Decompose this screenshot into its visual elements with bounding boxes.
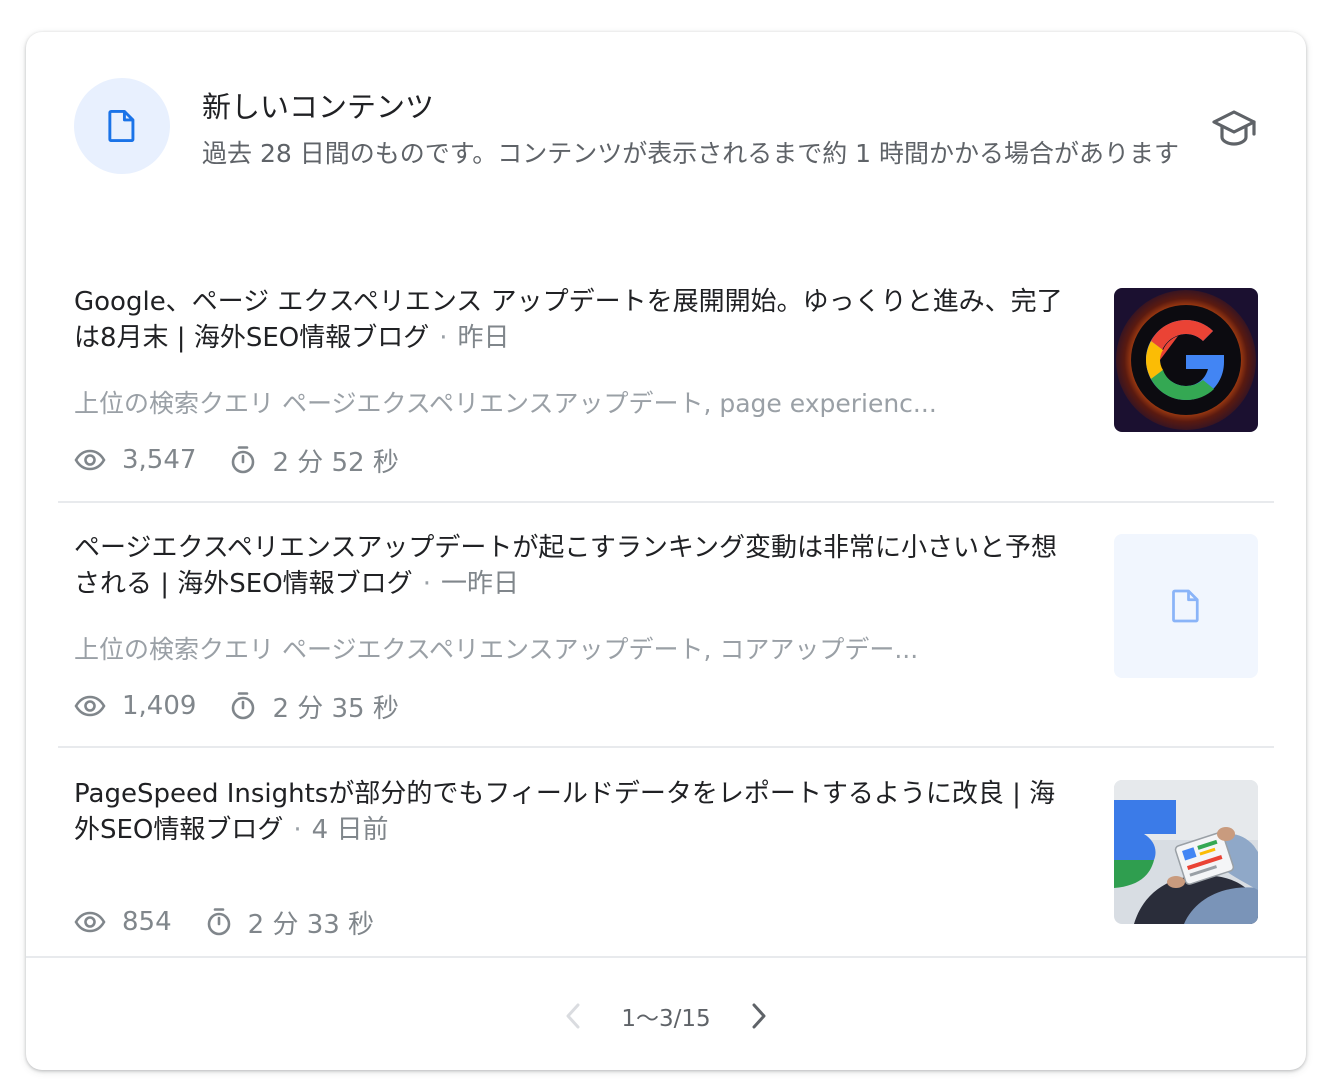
content-item-title-text: ページエクスペリエンスアップデートが起こすランキング変動は非常に小さいと予想され… (74, 533, 1058, 599)
content-item-title[interactable]: PageSpeed Insightsが部分的でもフィールドデータをレポートするよ… (74, 776, 1074, 848)
content-item-stats: 1,409 2 分 35 秒 (74, 686, 433, 726)
title-separator: · (422, 569, 431, 599)
eye-icon (74, 449, 106, 471)
top-queries-label: 上位の検索クエリ (74, 635, 275, 664)
average-duration: 2 分 52 秒 (272, 447, 399, 478)
timer-icon (232, 446, 255, 474)
timer-icon (207, 908, 230, 936)
content-list-item: Google、ページ エクスペリエンス アップデートを展開開始。ゆっくりと進み、… (58, 270, 1274, 502)
card-title: 新しいコンテンツ (202, 90, 435, 124)
card-footer: 1〜3/15 (26, 956, 1306, 1070)
top-queries-label: 上位の検索クエリ (74, 389, 275, 418)
content-item-date: 一昨日 (440, 569, 519, 599)
views-count: 3,547 (122, 445, 197, 475)
eye-icon (74, 911, 106, 933)
content-item-title-text: Google、ページ エクスペリエンス アップデートを展開開始。ゆっくりと進み、… (74, 287, 1063, 353)
views-stat: 854 (74, 907, 172, 937)
list-divider (58, 746, 1274, 748)
duration-stat: 2 分 33 秒 (206, 904, 374, 941)
views-stat: 3,547 (74, 445, 196, 475)
previous-page-button[interactable] (549, 996, 597, 1036)
school-icon[interactable] (1210, 106, 1258, 150)
content-list-item: ページエクスペリエンスアップデートが起こすランキング変動は非常に小さいと予想され… (58, 516, 1274, 748)
views-count: 1,409 (122, 691, 197, 721)
content-item-title[interactable]: ページエクスペリエンスアップデートが起こすランキング変動は非常に小さいと予想され… (74, 530, 1074, 602)
views-count: 854 (122, 907, 172, 937)
new-content-card: 新しいコンテンツ 過去 28 日間のものです。コンテンツが表示されるまで約 1 … (26, 32, 1306, 1070)
top-queries: 上位の検索クエリ ページエクスペリエンスアップデート, page experie… (74, 388, 1074, 420)
timer-icon (232, 692, 255, 720)
average-duration: 2 分 35 秒 (272, 693, 399, 724)
chevron-left-icon (566, 1003, 580, 1029)
document-icon (108, 109, 135, 143)
top-queries-value: ページエクスペリエンスアップデート, page experienc... (281, 389, 937, 418)
google-logo-thumbnail[interactable] (1114, 288, 1258, 432)
chevron-right-icon (752, 1003, 766, 1029)
next-page-button[interactable] (735, 996, 783, 1036)
content-item-date: 4 日前 (311, 815, 389, 845)
content-item-date: 昨日 (457, 323, 510, 353)
document-placeholder-thumbnail[interactable] (1114, 534, 1258, 678)
card-header: 新しいコンテンツ 過去 28 日間のものです。コンテンツが表示されるまで約 1 … (26, 32, 1306, 242)
average-duration: 2 分 33 秒 (247, 909, 375, 940)
list-divider (58, 501, 1274, 503)
header-icon-badge (74, 78, 170, 174)
content-item-stats: 854 2 分 33 秒 (74, 902, 408, 942)
eye-icon (74, 695, 106, 717)
top-queries-value: ページエクスペリエンスアップデート, コアアップデー... (281, 635, 919, 664)
views-stat: 1,409 (74, 691, 196, 721)
duration-stat: 2 分 35 秒 (230, 688, 399, 725)
document-icon (1172, 589, 1199, 623)
duration-stat: 2 分 52 秒 (230, 442, 399, 479)
content-item-stats: 3,547 2 分 52 秒 (74, 440, 433, 480)
top-queries: 上位の検索クエリ ページエクスペリエンスアップデート, コアアップデー... (74, 634, 1074, 666)
content-item-title[interactable]: Google、ページ エクスペリエンス アップデートを展開開始。ゆっくりと進み、… (74, 284, 1074, 356)
pagination: 1〜3/15 (26, 996, 1306, 1036)
card-subtitle: 過去 28 日間のものです。コンテンツが表示されるまで約 1 時間かかる場合があ… (202, 139, 1180, 168)
content-list-item: PageSpeed Insightsが部分的でもフィールドデータをレポートするよ… (58, 762, 1274, 956)
tablet-photo-thumbnail[interactable] (1114, 780, 1258, 924)
pagination-range: 1〜3/15 (621, 1006, 711, 1032)
content-item-title-text: PageSpeed Insightsが部分的でもフィールドデータをレポートするよ… (74, 779, 1056, 845)
title-separator: · (439, 323, 448, 353)
title-separator: · (293, 815, 302, 845)
